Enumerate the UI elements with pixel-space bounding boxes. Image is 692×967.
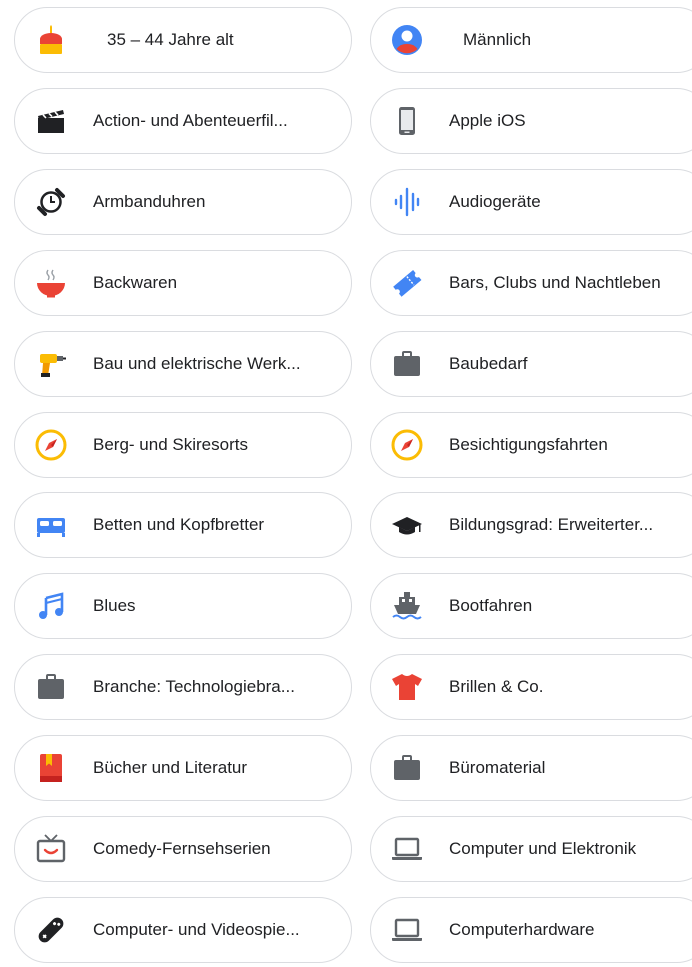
interest-chip-label: Apple iOS (449, 111, 526, 130)
interest-chip[interactable]: Berg- und Skiresorts (14, 412, 352, 478)
briefcase-icon (35, 671, 67, 703)
interest-chip-label: Computer und Elektronik (449, 839, 637, 858)
interest-chip[interactable]: Männlich (370, 7, 692, 73)
gamepad-icon (35, 914, 67, 946)
interest-chip[interactable]: Audiogeräte (370, 169, 692, 235)
interest-chip-label: Büromaterial (449, 758, 546, 777)
smartphone-icon (391, 105, 423, 137)
interest-chip-label: Berg- und Skiresorts (93, 435, 248, 454)
interest-chip-label: Bildungsgrad: Erweiterter... (449, 515, 654, 534)
interest-chip[interactable]: Bau und elektrische Werk... (14, 331, 352, 397)
interest-chip-label: Backwaren (93, 273, 178, 292)
ticket-icon (391, 267, 423, 299)
interest-chip[interactable]: Bücher und Literatur (14, 735, 352, 801)
interest-chip-label: Computerhardware (449, 920, 595, 939)
birthday-cake-icon (35, 24, 67, 56)
laptop-icon (391, 914, 423, 946)
ship-icon (391, 590, 423, 622)
interest-chip-label: Bars, Clubs und Nachtleben (449, 273, 661, 292)
interest-chip[interactable]: Computer und Elektronik (370, 816, 692, 882)
interest-chip-label: Brillen & Co. (449, 677, 544, 696)
interest-chip-label: Branche: Technologiebra... (93, 677, 295, 696)
interest-chip-label: Bau und elektrische Werk... (93, 354, 301, 373)
wristwatch-icon (35, 186, 67, 218)
interest-chip[interactable]: Blues (14, 573, 352, 639)
interest-chip-label: Action- und Abenteuerfil... (93, 111, 288, 130)
clapperboard-icon (35, 105, 67, 137)
interest-chip[interactable]: Action- und Abenteuerfil... (14, 88, 352, 154)
interest-chip-grid: 35 – 44 Jahre alt Männlich Action- und Abe… (0, 0, 692, 967)
interest-chip[interactable]: Bootfahren (370, 573, 692, 639)
interest-chip[interactable]: Branche: Technologiebra... (14, 654, 352, 720)
compass-icon (391, 429, 423, 461)
interest-chip[interactable]: Brillen & Co. (370, 654, 692, 720)
book-icon (35, 752, 67, 784)
interest-chip-label: Betten und Kopfbretter (93, 515, 265, 534)
briefcase-icon (391, 752, 423, 784)
interest-chip-label: 35 – 44 Jahre alt (107, 30, 234, 49)
interest-chip[interactable]: Betten und Kopfbretter (14, 492, 352, 558)
laptop-icon (391, 833, 423, 865)
graduation-cap-icon (391, 509, 423, 541)
interest-chip-label: Männlich (463, 30, 532, 49)
interest-chip-label: Bootfahren (449, 596, 533, 615)
interest-chip-label: Blues (93, 596, 136, 615)
interest-chip-label: Comedy-Fernsehserien (93, 839, 271, 858)
interest-chip-label: Computer- und Videospie... (93, 920, 300, 939)
interest-chip-label: Baubedarf (449, 354, 528, 373)
hot-bowl-icon (35, 267, 67, 299)
interest-chip[interactable]: Armbanduhren (14, 169, 352, 235)
power-drill-icon (35, 348, 67, 380)
compass-icon (35, 429, 67, 461)
interest-chip[interactable]: Backwaren (14, 250, 352, 316)
interest-chip[interactable]: Bildungsgrad: Erweiterter... (370, 492, 692, 558)
interest-chip-label: Bücher und Literatur (93, 758, 248, 777)
account-circle-icon (391, 24, 423, 56)
interest-chip[interactable]: Bars, Clubs und Nachtleben (370, 250, 692, 316)
interest-chip-label: Besichtigungsfahrten (449, 435, 608, 454)
interest-chip[interactable]: Computer- und Videospie... (14, 897, 352, 963)
tv-icon (35, 833, 67, 865)
briefcase-icon (391, 348, 423, 380)
interest-chip[interactable]: 35 – 44 Jahre alt (14, 7, 352, 73)
interest-chip-label: Audiogeräte (449, 192, 541, 211)
interest-chip[interactable]: Computerhardware (370, 897, 692, 963)
music-note-icon (35, 590, 67, 622)
bed-icon (35, 509, 67, 541)
interest-chip[interactable]: Baubedarf (370, 331, 692, 397)
interest-chip[interactable]: Comedy-Fernsehserien (14, 816, 352, 882)
audio-wave-icon (391, 186, 423, 218)
interest-chip-label: Armbanduhren (93, 192, 206, 211)
interest-chip[interactable]: Büromaterial (370, 735, 692, 801)
tshirt-icon (391, 671, 423, 703)
interest-chip[interactable]: Besichtigungsfahrten (370, 412, 692, 478)
interest-chip[interactable]: Apple iOS (370, 88, 692, 154)
